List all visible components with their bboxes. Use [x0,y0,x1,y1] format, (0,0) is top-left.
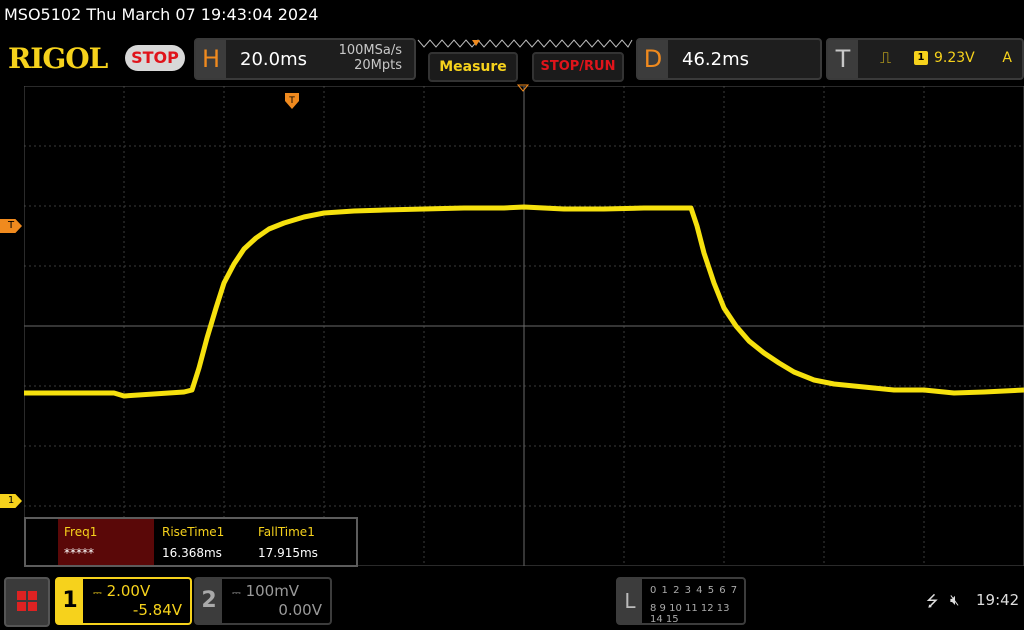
usb-icon: ⭍ [926,592,939,610]
measure-button[interactable]: Measure [428,52,518,82]
ch1-ground-marker-label: 1 [7,495,15,506]
measurement-value: 16.368ms [162,546,222,560]
measurement-falltime[interactable]: FallTime1 17.915ms [252,519,352,565]
logic-label: L [618,579,642,623]
delay-label: D [638,40,668,78]
center-axes [24,86,1024,566]
horizontal-panel[interactable]: H 20.0ms 100MSa/s 20Mpts [194,38,416,80]
measurement-freq[interactable]: Freq1 ***** [58,519,154,565]
measurement-value: ***** [64,546,94,560]
logic-channels-row1: 0 1 2 3 4 5 6 7 [650,585,739,596]
channel-2-offset: 0.00V [278,601,322,619]
channel-1-offset: -5.84V [132,601,182,619]
acquisition-info: 100MSa/s 20Mpts [339,43,402,73]
measurement-name: Freq1 [64,525,98,539]
stop-run-button[interactable]: STOP/RUN [532,52,624,82]
run-state-badge[interactable]: STOP [125,45,185,71]
channel-1-scale-value: 2.00V [106,582,151,600]
channel-2-scale: ⎓ 100mV [232,582,299,600]
timebase-value: 20.0ms [240,49,307,70]
memory-depth: 20Mpts [354,58,402,73]
ch1-ground-marker[interactable]: 1 [0,494,22,508]
measurement-table[interactable]: Freq1 ***** RiseTime1 16.368ms FallTime1… [24,517,358,567]
trigger-position-marker-icon[interactable]: T [284,92,300,110]
horizontal-label: H [196,40,226,78]
logic-analyzer-panel[interactable]: L 0 1 2 3 4 5 6 7 8 9 10 11 12 13 14 15 [616,577,746,625]
delay-panel[interactable]: D 46.2ms [636,38,822,80]
dc-coupling-icon: ⎓ [93,586,102,599]
channel-2-panel[interactable]: 2 ⎓ 100mV 0.00V [194,577,332,625]
measurement-name: FallTime1 [258,525,315,539]
measurement-risetime[interactable]: RiseTime1 16.368ms [156,519,252,565]
trigger-label: T [828,40,858,78]
menu-grid-icon [17,591,37,611]
trigger-level: 9.23V [934,50,975,66]
trigger-panel[interactable]: T ⎍ 1 9.23V A [826,38,1024,80]
memory-position-ruler-icon [417,39,633,48]
channel-1-panel[interactable]: 1 ⎓ 2.00V -5.84V [55,577,192,625]
logic-channels-row2: 8 9 10 11 12 13 14 15 [650,603,730,625]
trigger-mode: A [1002,50,1012,66]
trigger-level-marker-label: T [7,220,15,231]
rising-edge-icon: ⎍ [880,48,892,67]
speaker-muted-icon[interactable]: 🔇︎ [950,591,959,609]
rigol-logo: RIGOL [8,42,108,75]
sample-rate: 100MSa/s [338,43,402,58]
waveform-grid[interactable] [24,86,1024,566]
clock-time: 19:42 [976,591,1020,609]
window-title: MSO5102 Thu March 07 19:43:04 2024 [4,5,319,24]
measurement-name: RiseTime1 [162,525,225,539]
trigger-center-marker-icon [517,84,529,92]
channel-2-scale-value: 100mV [245,582,300,600]
dc-coupling-icon: ⎓ [232,586,241,599]
trigger-level-marker[interactable]: T [0,219,22,233]
channel-2-number: 2 [196,579,222,623]
svg-text:T: T [288,96,295,106]
delay-value: 46.2ms [682,49,749,70]
measurement-value: 17.915ms [258,546,318,560]
channel-1-number: 1 [57,579,83,623]
channel-1-scale: ⎓ 2.00V [93,582,150,600]
main-menu-button[interactable] [4,577,50,627]
trigger-source-badge: 1 [914,51,928,65]
